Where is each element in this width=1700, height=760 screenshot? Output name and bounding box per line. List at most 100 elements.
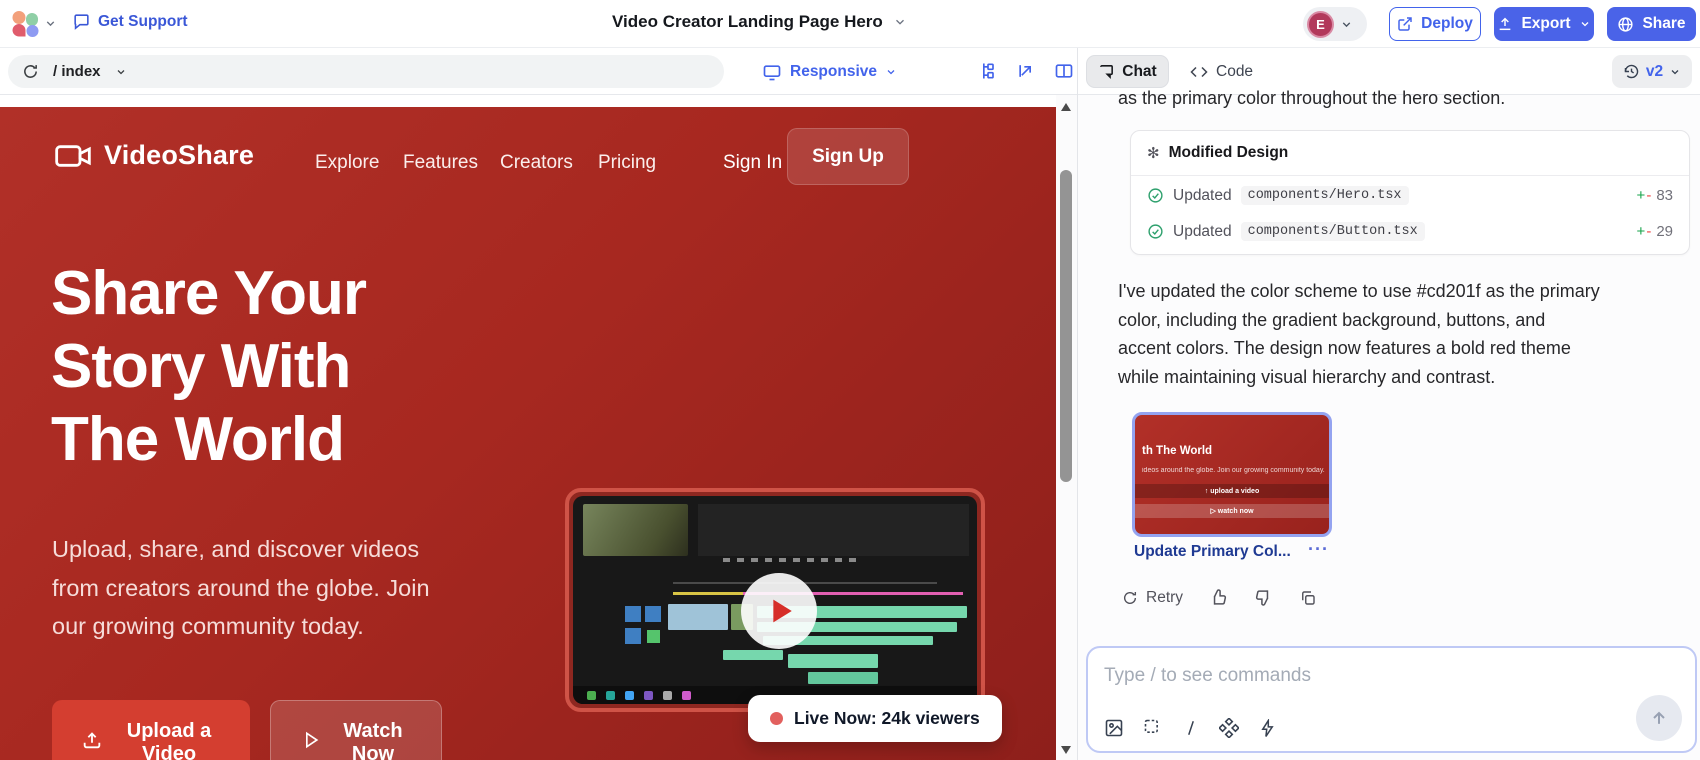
export-chevron-down-icon [1579, 18, 1591, 30]
live-now-badge: Live Now: 24k viewers [748, 695, 1002, 742]
message-actions-row: Retry [1122, 588, 1317, 607]
modified-design-card: ✻ Modified Design Updated components/Her… [1130, 130, 1690, 255]
version-selector[interactable]: v2 [1612, 55, 1692, 88]
mini-upload-bar: ↑ upload a video [1135, 484, 1329, 498]
avatar: E [1307, 11, 1334, 38]
assistant-message: I've updated the color scheme to use #cd… [1118, 277, 1666, 391]
scrollbar-thumb[interactable] [1060, 170, 1072, 482]
component-tree-icon[interactable] [978, 61, 998, 81]
play-button[interactable] [741, 573, 817, 649]
live-dot-icon [770, 712, 783, 725]
avatar-chevron-down-icon [1340, 18, 1353, 31]
play-outline-icon [301, 730, 321, 750]
copy-icon[interactable] [1299, 589, 1317, 607]
export-button[interactable]: Export [1494, 7, 1594, 41]
deploy-label: Deploy [1421, 15, 1473, 33]
hero-headline: Share Your Story With The World [51, 257, 366, 476]
mini-watch-bar: ▷ watch now [1135, 504, 1329, 518]
modified-design-title: Modified Design [1169, 144, 1289, 162]
preview-scrollbar[interactable] [1056, 95, 1077, 760]
page-title: Video Creator Landing Page Hero [612, 12, 883, 32]
nav-pricing[interactable]: Pricing [598, 152, 656, 174]
thumbs-up-icon[interactable] [1209, 588, 1228, 607]
thumbs-down-icon[interactable] [1254, 588, 1273, 607]
export-label: Export [1521, 15, 1570, 33]
deploy-button[interactable]: Deploy [1389, 7, 1481, 41]
scroll-up-arrow-icon[interactable] [1061, 103, 1071, 111]
app-header: Get Support Video Creator Landing Page H… [0, 0, 1700, 48]
image-icon[interactable] [1104, 718, 1124, 738]
sparkle-icon: ✻ [1147, 144, 1160, 162]
file-path-chip: components/Hero.tsx [1241, 186, 1409, 205]
mini-subtext: ideos around the globe. Join our growing… [1142, 467, 1332, 474]
code-icon [1190, 63, 1208, 81]
get-support-label: Get Support [98, 13, 188, 31]
version-caption-link[interactable]: Update Primary Col... [1134, 543, 1291, 561]
app-logo[interactable] [10, 9, 40, 39]
support-bubble-icon [72, 12, 91, 31]
version-label: v2 [1646, 63, 1663, 81]
chat-tab-label: Chat [1122, 63, 1156, 81]
responsive-label: Responsive [790, 63, 877, 81]
retry-label: Retry [1146, 589, 1183, 607]
chat-bubble-icon [1098, 63, 1115, 80]
upload-video-button[interactable]: Upload a Video [52, 700, 250, 760]
url-chevron-down-icon[interactable] [115, 66, 127, 78]
retry-refresh-icon [1122, 590, 1138, 606]
file-change-row[interactable]: Updated components/Button.tsx + - 29 [1131, 215, 1689, 248]
get-support-link[interactable]: Get Support [72, 12, 188, 31]
nav-explore[interactable]: Explore [315, 152, 379, 174]
check-circle-icon [1147, 187, 1164, 204]
select-area-icon[interactable] [1143, 718, 1163, 738]
responsive-selector[interactable]: Responsive [762, 55, 897, 88]
slash-command-icon[interactable] [1182, 718, 1200, 738]
file-change-row[interactable]: Updated components/Hero.tsx + - 83 [1131, 179, 1689, 212]
share-button[interactable]: Share [1607, 7, 1696, 41]
nav-features[interactable]: Features [403, 152, 478, 174]
title-chevron-down-icon [893, 15, 907, 29]
chat-panel: as the primary color throughout the hero… [1078, 95, 1700, 760]
preview-pane: VideoShare Explore Features Creators Pri… [0, 95, 1056, 760]
share-label: Share [1642, 15, 1685, 33]
sign-up-button[interactable]: Sign Up [787, 128, 909, 185]
version-menu-dots[interactable]: ··· [1308, 539, 1329, 560]
sign-in-link[interactable]: Sign In [723, 152, 782, 174]
file-path-chip: components/Button.tsx [1241, 222, 1425, 241]
project-title-row[interactable]: Video Creator Landing Page Hero [612, 12, 907, 32]
version-thumbnail[interactable]: th The World ideos around the globe. Joi… [1132, 412, 1332, 537]
chat-input[interactable] [1104, 660, 1664, 692]
check-circle-icon [1147, 223, 1164, 240]
url-path: / index [53, 63, 101, 80]
chat-composer[interactable] [1086, 646, 1697, 753]
watch-now-button[interactable]: Watch Now [270, 700, 442, 760]
refresh-icon[interactable] [22, 63, 39, 80]
diff-count: + - 29 [1637, 223, 1673, 240]
external-link-icon [1397, 16, 1413, 32]
scroll-down-arrow-icon[interactable] [1061, 746, 1071, 754]
diff-count: + - 83 [1637, 187, 1673, 204]
url-bar[interactable]: / index [8, 55, 724, 88]
videoshare-brand[interactable]: VideoShare [54, 140, 254, 171]
monitor-icon [762, 62, 782, 82]
hero-subtext: Upload, share, and discover videos from … [52, 530, 430, 646]
bolt-icon[interactable] [1258, 719, 1277, 738]
tab-code[interactable]: Code [1190, 55, 1253, 88]
version-chevron-down-icon [1669, 66, 1681, 78]
integrations-icon[interactable] [1219, 718, 1239, 738]
account-menu[interactable]: E [1303, 7, 1367, 41]
code-tab-label: Code [1216, 63, 1253, 81]
history-icon [1623, 63, 1640, 80]
hero-section: VideoShare Explore Features Creators Pri… [0, 107, 1056, 760]
workspace-chevron-down-icon[interactable] [44, 17, 57, 30]
split-view-icon[interactable] [1054, 61, 1074, 81]
upload-video-label: Upload a Video [117, 720, 221, 760]
responsive-chevron-down-icon [885, 66, 897, 78]
retry-button[interactable]: Retry [1122, 589, 1183, 607]
video-camera-icon [54, 142, 92, 170]
tab-chat[interactable]: Chat [1086, 55, 1169, 88]
live-now-label: Live Now: 24k viewers [794, 708, 980, 729]
brand-name: VideoShare [104, 140, 254, 171]
nav-creators[interactable]: Creators [500, 152, 573, 174]
send-button[interactable] [1636, 695, 1682, 741]
open-in-new-icon[interactable] [1016, 61, 1036, 81]
